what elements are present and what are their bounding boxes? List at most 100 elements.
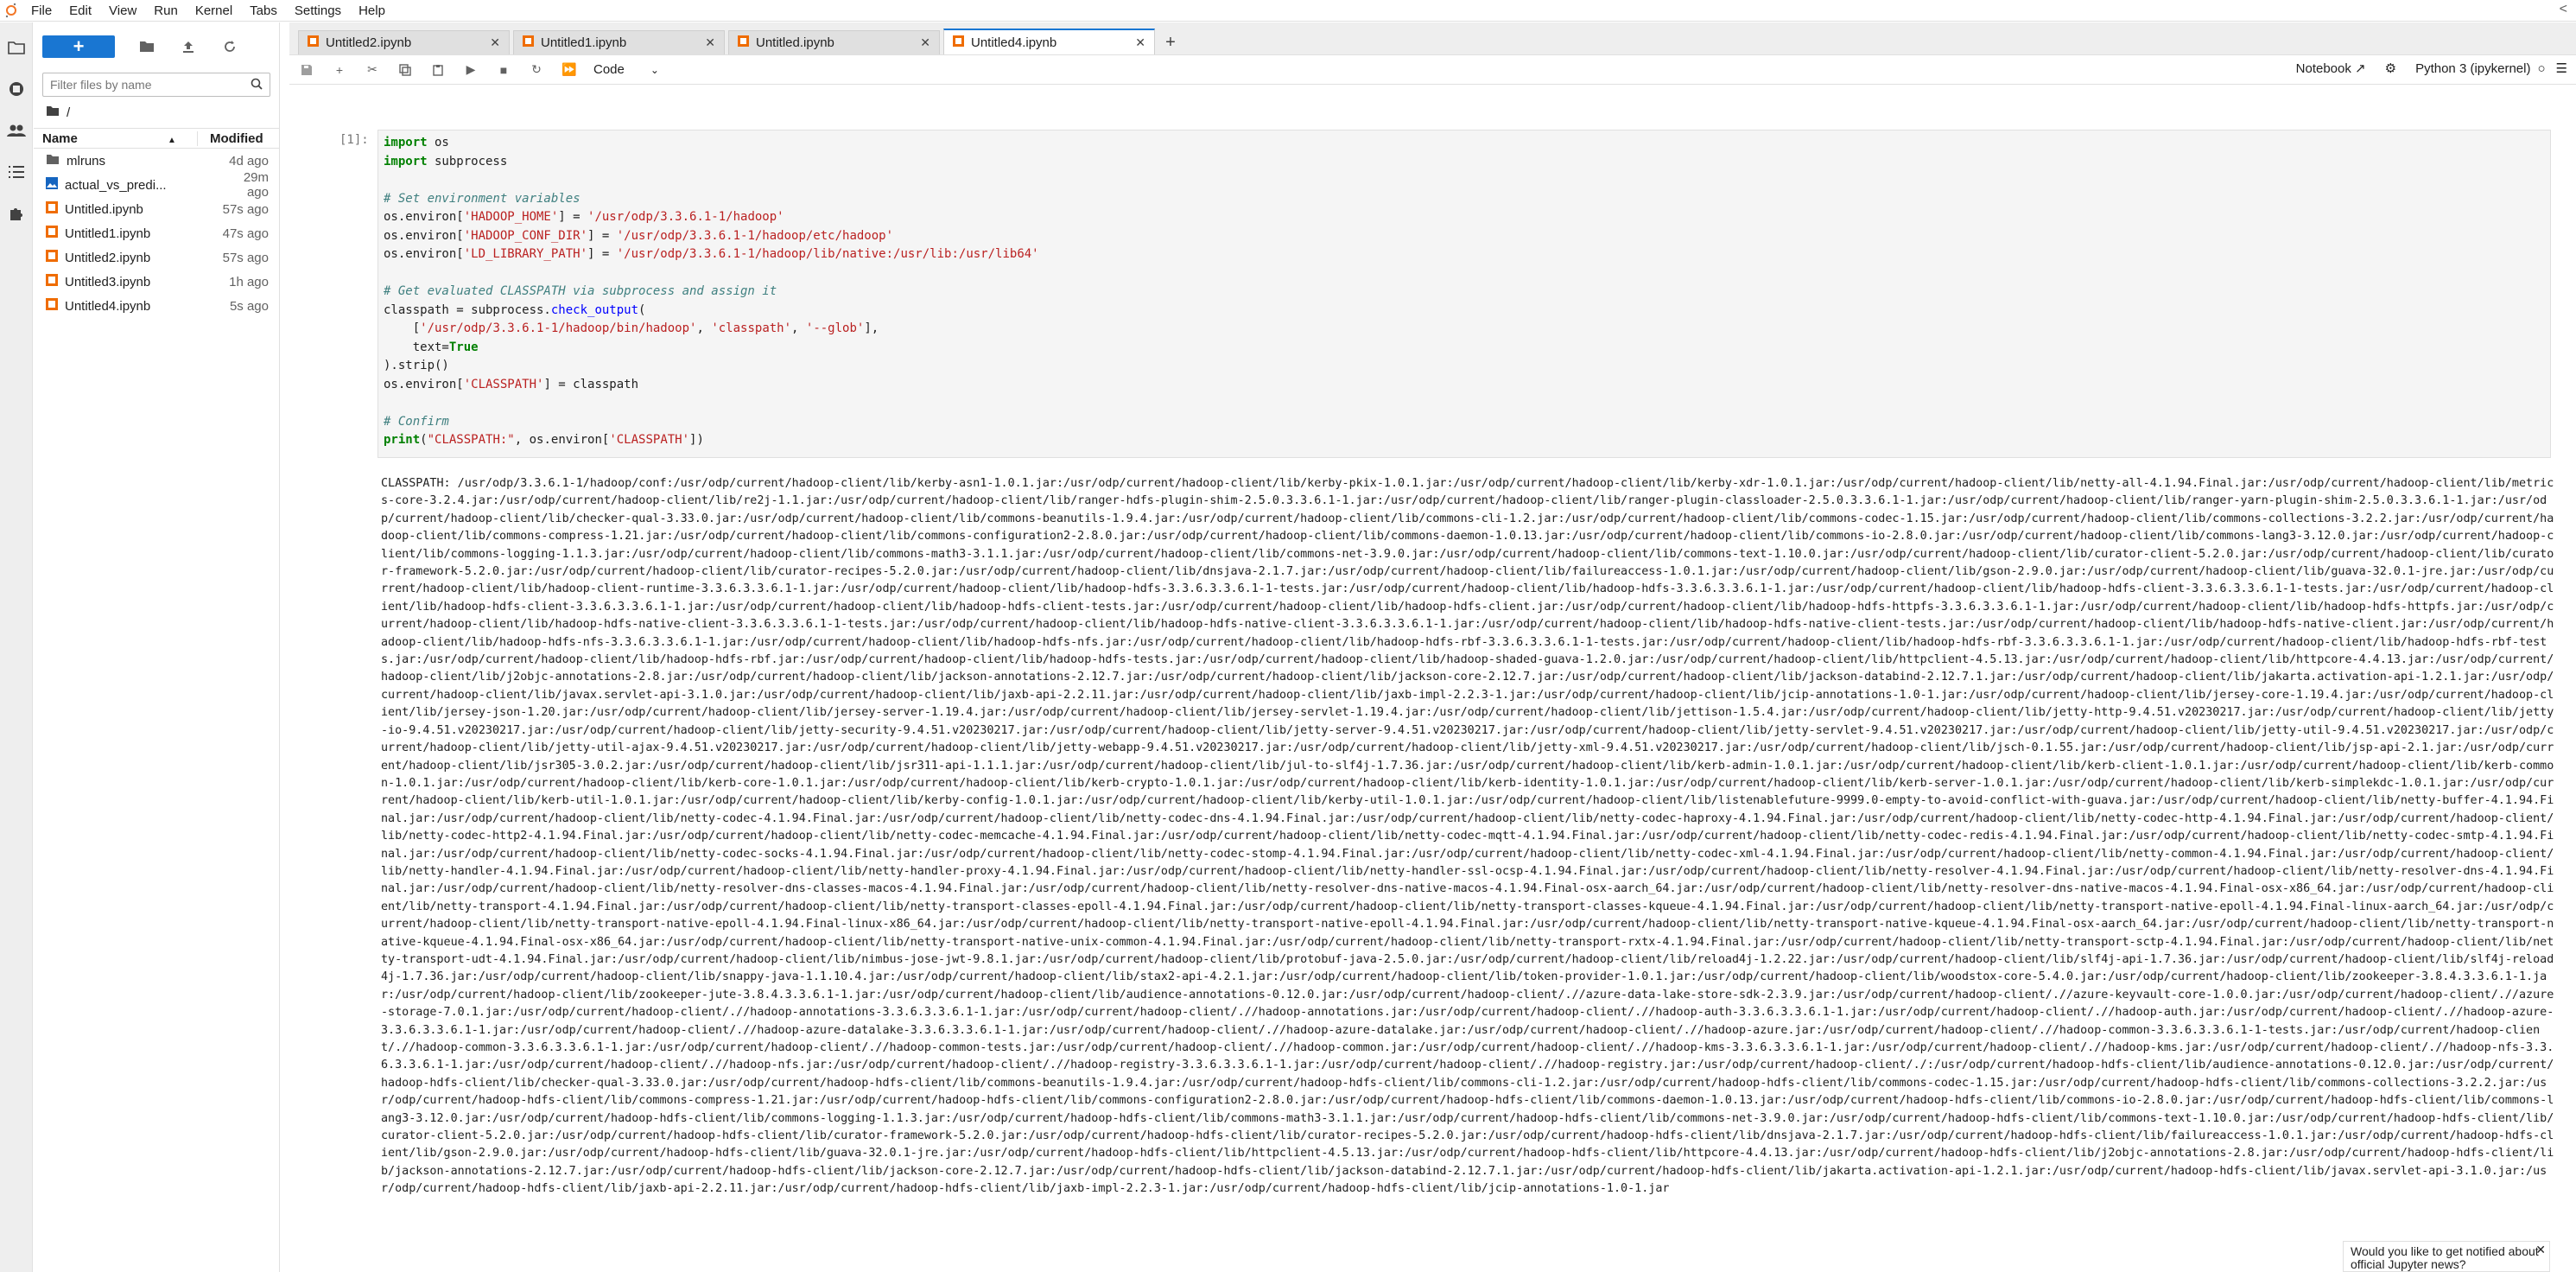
close-icon[interactable]: ✕ <box>2535 1243 2546 1256</box>
file-filter-input[interactable]: Filter files by name <box>42 73 270 97</box>
column-name-header[interactable]: Name ▲ <box>42 131 197 146</box>
tab-untitled[interactable]: Untitled.ipynb ✕ <box>728 30 940 54</box>
cut-icon[interactable]: ✂ <box>364 61 381 79</box>
notebook-icon <box>46 274 58 289</box>
kernel-name[interactable]: Python 3 (ipykernel) <box>2415 61 2530 76</box>
external-link-icon: ↗ <box>2355 61 2366 76</box>
search-icon <box>251 78 263 92</box>
list-item[interactable]: Untitled1.ipynb 47s ago <box>34 221 279 245</box>
restart-icon[interactable]: ↻ <box>528 61 545 79</box>
restart-run-all-icon[interactable]: ⏩ <box>561 61 578 79</box>
activity-bar <box>0 22 33 1272</box>
menu-tabs[interactable]: Tabs <box>241 0 286 22</box>
menu-view[interactable]: View <box>100 0 145 22</box>
folder-icon[interactable] <box>46 105 60 120</box>
file-modified: 1h ago <box>229 274 269 289</box>
tab-label: Untitled4.ipynb <box>971 35 1057 50</box>
paste-icon[interactable] <box>429 61 447 79</box>
breadcrumb-root[interactable]: / <box>67 105 70 120</box>
list-item[interactable]: mlruns 4d ago <box>34 149 279 173</box>
menu-settings[interactable]: Settings <box>286 0 350 22</box>
list-item[interactable]: Untitled2.ipynb 57s ago <box>34 245 279 270</box>
list-item[interactable]: Untitled4.ipynb 5s ago <box>34 294 279 318</box>
sort-up-icon: ▲ <box>168 135 176 145</box>
users-icon[interactable] <box>0 114 33 147</box>
tab-label: Untitled1.ipynb <box>541 35 627 50</box>
menubar: File Edit View Run Kernel Tabs Settings … <box>0 0 2576 22</box>
cell-type-select[interactable]: Code ⌄ <box>593 62 659 77</box>
copy-icon[interactable] <box>397 61 414 79</box>
running-icon[interactable] <box>0 73 33 105</box>
file-filter-placeholder: Filter files by name <box>50 78 152 92</box>
menu-icon[interactable]: ☰ <box>2556 60 2567 76</box>
tab-bar: Untitled2.ipynb ✕ Untitled1.ipynb ✕ Unti… <box>289 22 2576 55</box>
menu-kernel[interactable]: Kernel <box>187 0 241 22</box>
extension-icon[interactable] <box>0 197 33 230</box>
share-icon[interactable]: < <box>2560 2 2567 17</box>
new-folder-icon[interactable] <box>137 37 156 56</box>
close-icon[interactable]: ✕ <box>490 35 500 50</box>
file-modified: 47s ago <box>222 226 269 241</box>
list-item[interactable]: actual_vs_predi... 29m ago <box>34 170 279 200</box>
code-editor[interactable]: import os import subprocess # Set enviro… <box>378 130 2551 458</box>
tab-untitled1[interactable]: Untitled1.ipynb ✕ <box>513 30 725 54</box>
main-area: Untitled2.ipynb ✕ Untitled1.ipynb ✕ Unti… <box>289 22 2576 1272</box>
file-modified: 5s ago <box>229 298 269 314</box>
tab-label: Untitled2.ipynb <box>326 35 412 50</box>
cell-output: CLASSPATH: /usr/odp/3.3.6.1-1/hadoop/con… <box>381 477 2554 1196</box>
file-modified: 29m ago <box>243 170 269 200</box>
notebook-icon <box>46 226 58 241</box>
notebook-icon <box>308 35 319 50</box>
save-icon[interactable] <box>298 61 315 79</box>
gear-icon[interactable]: ⚙ <box>2385 60 2396 76</box>
file-name: actual_vs_predi... <box>65 177 167 193</box>
list-item[interactable]: Untitled.ipynb 57s ago <box>34 197 279 221</box>
menu-run[interactable]: Run <box>145 0 187 22</box>
list-item[interactable]: Untitled3.ipynb 1h ago <box>34 270 279 294</box>
close-icon[interactable]: ✕ <box>920 35 930 50</box>
menu-help[interactable]: Help <box>350 0 394 22</box>
insert-cell-icon[interactable]: + <box>331 61 348 79</box>
folder-icon <box>46 154 60 169</box>
notebook-icon <box>46 201 58 217</box>
notification-toast[interactable]: Would you like to get notified about off… <box>2343 1241 2550 1272</box>
add-tab-button[interactable]: + <box>1158 30 1183 54</box>
stop-icon[interactable]: ■ <box>495 61 512 79</box>
menu-file[interactable]: File <box>22 0 60 22</box>
notebook-icon <box>46 298 58 314</box>
folder-icon[interactable] <box>0 31 33 64</box>
file-name: Untitled.ipynb <box>65 201 143 217</box>
tab-untitled2[interactable]: Untitled2.ipynb ✕ <box>298 30 510 54</box>
execution-prompt: [1]: <box>339 133 369 147</box>
menu-edit[interactable]: Edit <box>60 0 100 22</box>
image-file-icon <box>46 177 58 193</box>
upload-icon[interactable] <box>179 37 198 56</box>
file-list: mlruns 4d ago actual_vs_predi... 29m ago… <box>34 149 279 318</box>
column-modified-header[interactable]: Modified <box>197 130 279 146</box>
toolbar-right: Notebook ↗ ⚙ Python 3 (ipykernel) ○ ☰ <box>2296 60 2567 77</box>
file-browser-toolbar: + <box>34 22 279 71</box>
toc-icon[interactable] <box>0 156 33 188</box>
column-name-label: Name <box>42 130 78 146</box>
new-launcher-button[interactable]: + <box>42 35 115 58</box>
close-icon[interactable]: ✕ <box>705 35 715 50</box>
file-name: mlruns <box>67 153 106 169</box>
notebook-icon <box>953 35 964 50</box>
file-modified: 57s ago <box>222 250 269 265</box>
breadcrumb: / <box>34 97 279 128</box>
file-browser: + Filter files by name / Name ▲ Modified… <box>34 22 280 1272</box>
notebook-icon <box>46 250 58 265</box>
file-modified: 4d ago <box>229 153 269 169</box>
file-list-header: Name ▲ Modified <box>34 128 279 149</box>
jupyter-logo-icon <box>0 0 22 22</box>
notification-text: Would you like to get notified about off… <box>2351 1244 2539 1271</box>
file-name: Untitled4.ipynb <box>65 298 151 314</box>
notebook-label: Notebook <box>2295 61 2351 76</box>
run-icon[interactable]: ▶ <box>462 61 479 79</box>
notebook-icon <box>738 35 749 50</box>
tab-untitled4[interactable]: Untitled4.ipynb ✕ <box>943 29 1155 54</box>
open-in-notebook-button[interactable]: Notebook ↗ <box>2296 60 2366 76</box>
file-name: Untitled1.ipynb <box>65 226 151 241</box>
refresh-icon[interactable] <box>220 37 239 56</box>
close-icon[interactable]: ✕ <box>1135 35 1145 50</box>
